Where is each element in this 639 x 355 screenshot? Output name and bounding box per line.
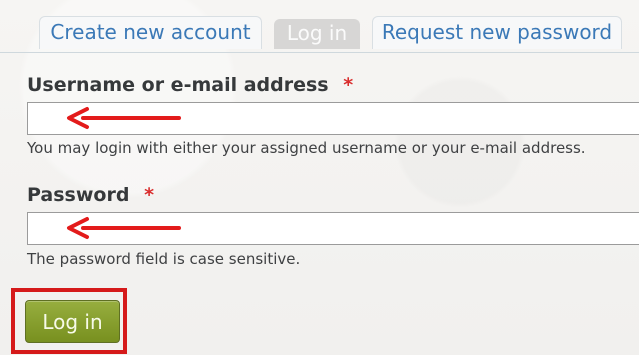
password-required-marker: * <box>144 184 154 206</box>
account-tabs: Create new account Log in Request new pa… <box>0 12 639 53</box>
password-description: The password field is case sensitive. <box>27 250 301 268</box>
password-input[interactable] <box>27 212 639 245</box>
log-in-button[interactable]: Log in <box>25 300 120 343</box>
login-page: Create new account Log in Request new pa… <box>0 0 639 355</box>
username-input[interactable] <box>27 102 639 135</box>
tab-request-new-password[interactable]: Request new password <box>372 16 622 49</box>
username-required-marker: * <box>343 74 354 96</box>
tab-log-in[interactable]: Log in <box>274 19 360 49</box>
tab-create-new-account[interactable]: Create new account <box>39 16 262 49</box>
username-description: You may login with either your assigned … <box>27 139 586 157</box>
username-label-text: Username or e-mail address <box>27 74 329 96</box>
password-field-label: Password * <box>27 184 154 206</box>
username-field-label: Username or e-mail address * <box>27 74 353 96</box>
password-label-text: Password <box>27 184 130 206</box>
